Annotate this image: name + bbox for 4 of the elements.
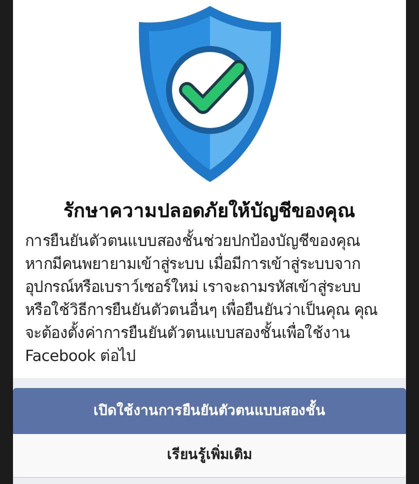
description-text: การยืนยันตัวตนแบบสองชั้นช่วยปกป้องบัญชีของคุณ หากมีคนพยายามเข้าสู่ระบบ เมื่อมีการเข้าสู่ระบบจาก อุปกรณ์หรือเบราว์เซอร์ใหม่ เราจะถามรหัสเข้าสู่ระบบ หรือใช้วิธีการยืนยันตัวตนอื่นๆ เพื่อยืนยันว่าเป็นคุณ คุณ จะต้องตั้งค่าการยืนยันตัวตนแบบสองชั้นเพื่อใช้งาน Facebook ต่อไป (13, 230, 406, 368)
dialog-title: รักษาความปลอดภัยให้บัญชีของคุณ (62, 198, 356, 224)
enable-button[interactable]: เปิดใช้งานการยืนยันตัวตนแบบสองชั้น (13, 388, 406, 434)
learn-more-button[interactable]: เรียนรู้เพิ่มเติม (13, 434, 406, 478)
